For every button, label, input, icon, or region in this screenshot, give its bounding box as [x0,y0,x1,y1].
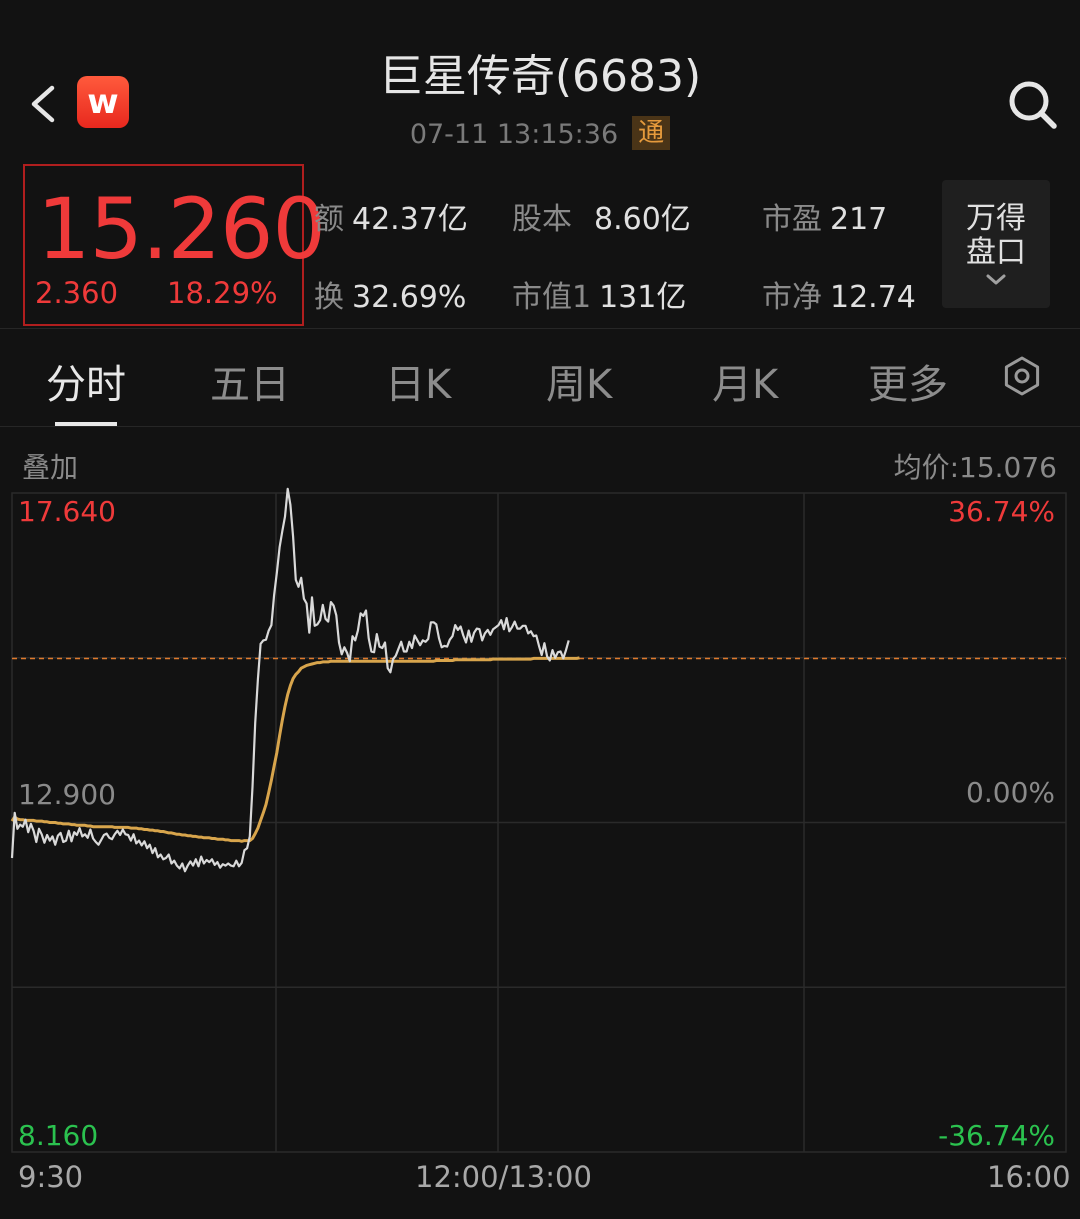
y-label-zero-percent: 0.00% [966,776,1055,809]
stat-share-capital: 股本 8.60亿 [512,202,691,237]
y-label-prev-close: 12.900 [18,778,116,811]
price-change-percent: 18.29% [167,276,278,310]
y-label-low: 8.160 [18,1119,98,1152]
y-label-high: 17.640 [18,495,116,528]
x-tick-close: 16:00 [987,1160,1071,1194]
settings-hexagon-icon[interactable] [1000,354,1044,398]
divider [0,426,1080,427]
header: w 巨星传奇(6683) 07-11 13:15:36 通 [0,0,1080,160]
tab-weekly-k[interactable]: 周K [546,352,612,410]
average-price-line [10,656,580,843]
tab-monthly-k[interactable]: 月K [712,352,778,410]
price-box[interactable]: 15.260 2.360 18.29% [23,164,326,326]
chart-tabs: 分时 五日 日K 周K 月K 更多 [0,330,1080,426]
wande-button-line1: 万得 [966,201,1026,236]
stat-turnover-rate: 换 32.69% [314,280,467,315]
price-change: 2.360 [35,276,119,310]
x-tick-open: 9:30 [18,1160,84,1194]
price-line [10,487,570,873]
wande-orderbook-button[interactable]: 万得 盘口 [942,180,1050,308]
quote-time-line: 07-11 13:15:36 通 [0,116,1080,150]
connect-badge[interactable]: 通 [632,116,671,150]
wande-button-line2: 盘口 [966,235,1026,270]
stat-market-cap: 市值1 131亿 [512,280,687,315]
tab-five-day[interactable]: 五日 [210,352,290,410]
tab-more[interactable]: 更多 [868,352,948,410]
stock-title: 巨星传奇(6683) [378,51,702,102]
stat-pb-ratio: 市净 12.74 [762,280,916,315]
quote-timestamp: 07-11 13:15:36 [409,119,619,150]
intraday-chart[interactable]: 17.640 12.900 8.160 36.74% 0.00% -36.74% [0,480,1080,1160]
tab-intraday[interactable]: 分时 [46,352,126,410]
stat-pe-ratio: 市盈 217 [762,202,888,237]
search-button[interactable] [1004,76,1060,132]
y-label-high-percent: 36.74% [948,495,1055,528]
divider [0,328,1080,329]
tab-daily-k[interactable]: 日K [385,352,451,410]
search-icon [1009,81,1057,129]
y-label-low-percent: -36.74% [938,1119,1055,1152]
current-price: 15.260 [37,180,326,278]
x-tick-midday: 12:00/13:00 [415,1160,592,1194]
stat-turnover-amount: 额 42.37亿 [314,202,468,237]
chevron-down-icon [986,274,1006,285]
